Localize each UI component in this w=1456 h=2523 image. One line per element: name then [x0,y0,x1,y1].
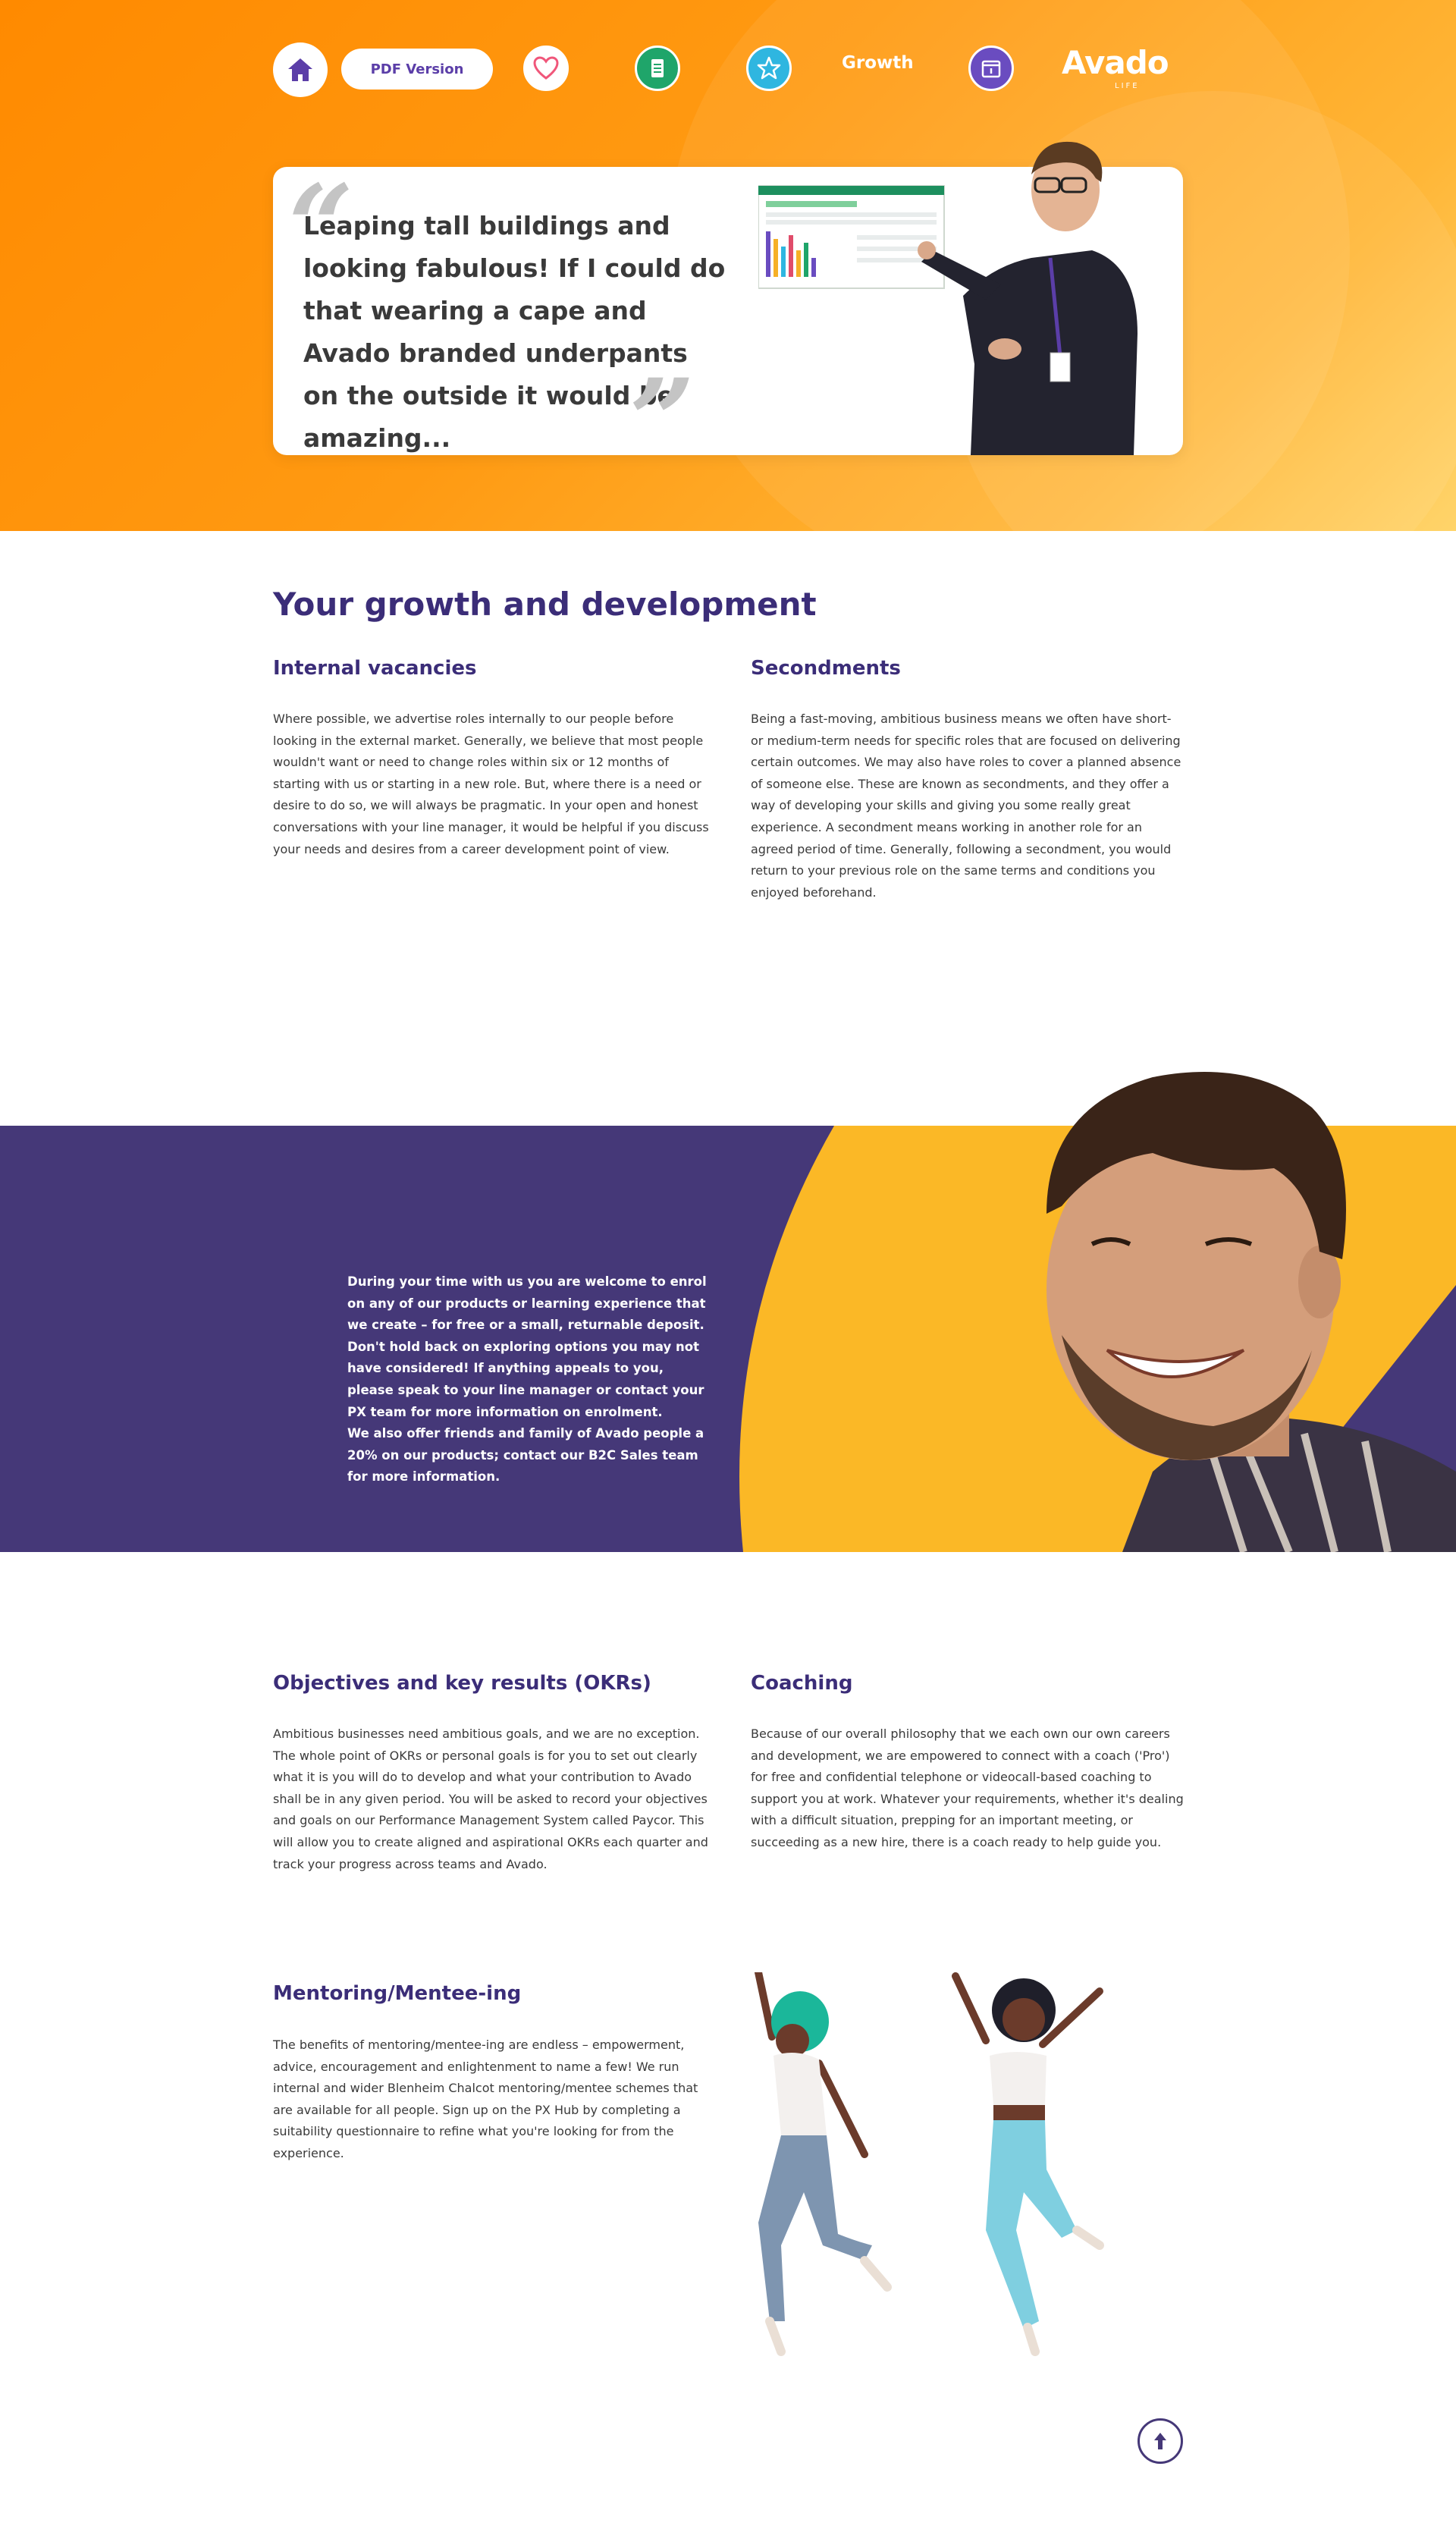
wellbeing-link[interactable] [523,46,569,91]
band-paragraph-1: During your time with us you are welcome… [347,1274,707,1419]
home-icon [288,58,312,81]
home-button[interactable] [273,42,328,97]
heart-icon [533,56,559,80]
growth-link[interactable]: Growth [842,53,914,73]
okrs-heading: Objectives and key results (OKRs) [273,1672,651,1695]
star-icon [757,56,781,80]
logo-subtext: LIFE [1115,82,1140,90]
section-title: Your growth and development [273,586,817,623]
secondments-text: Being a fast-moving, ambitious business … [751,712,1181,900]
jumping-person-right [952,1972,1104,2356]
close-quote-mark: ” [629,354,695,488]
calendar-icon [981,60,1001,78]
presenter-figure [918,141,1138,455]
document-icon [651,59,664,77]
secondments-heading: Secondments [751,657,901,680]
okrs-text: Ambitious businesses need ambitious goal… [273,1727,708,1871]
mentoring-heading: Mentoring/Mentee-ing [273,1982,522,2005]
coaching-heading: Coaching [751,1672,853,1695]
avado-logo[interactable]: Avado LIFE [1062,44,1169,90]
quote-card: “ Leaping tall buildings and looking fab… [273,141,1183,478]
mentoring-text: The benefits of mentoring/mentee-ing are… [273,2038,698,2160]
pdf-version-button[interactable]: PDF Version [341,49,493,90]
band-paragraph-2: We also offer friends and family of Avad… [347,1426,704,1485]
learning-band: During your time with us you are welcome… [0,1126,1456,1552]
growth-label: Growth [842,53,914,73]
jumping-people-illustration [755,1972,1104,2356]
recognition-link[interactable] [746,46,792,91]
internal-vacancies-text: Where possible, we advertise roles inter… [273,712,709,856]
documents-link[interactable] [635,46,680,91]
coaching-text: Because of our overall philosophy that w… [751,1727,1184,1849]
top-nav: PDF Version Growth Avado LIFE [273,38,1183,97]
presenter-photo [758,141,1138,455]
jumping-person-left [755,1972,892,2356]
hero-banner: PDF Version Growth Avado LIFE “ Leaping … [0,0,1456,531]
back-to-top-button[interactable] [1138,2418,1183,2464]
band-text: During your time with us you are welcome… [347,1271,711,1488]
logo-text: Avado [1062,44,1169,81]
calendar-link[interactable] [968,46,1014,91]
band-yellow-shape [739,1126,1456,1552]
presentation-screen [758,185,945,289]
internal-vacancies-heading: Internal vacancies [273,657,477,680]
pdf-version-label: PDF Version [370,61,464,77]
arrow-up-icon [1154,2433,1166,2449]
